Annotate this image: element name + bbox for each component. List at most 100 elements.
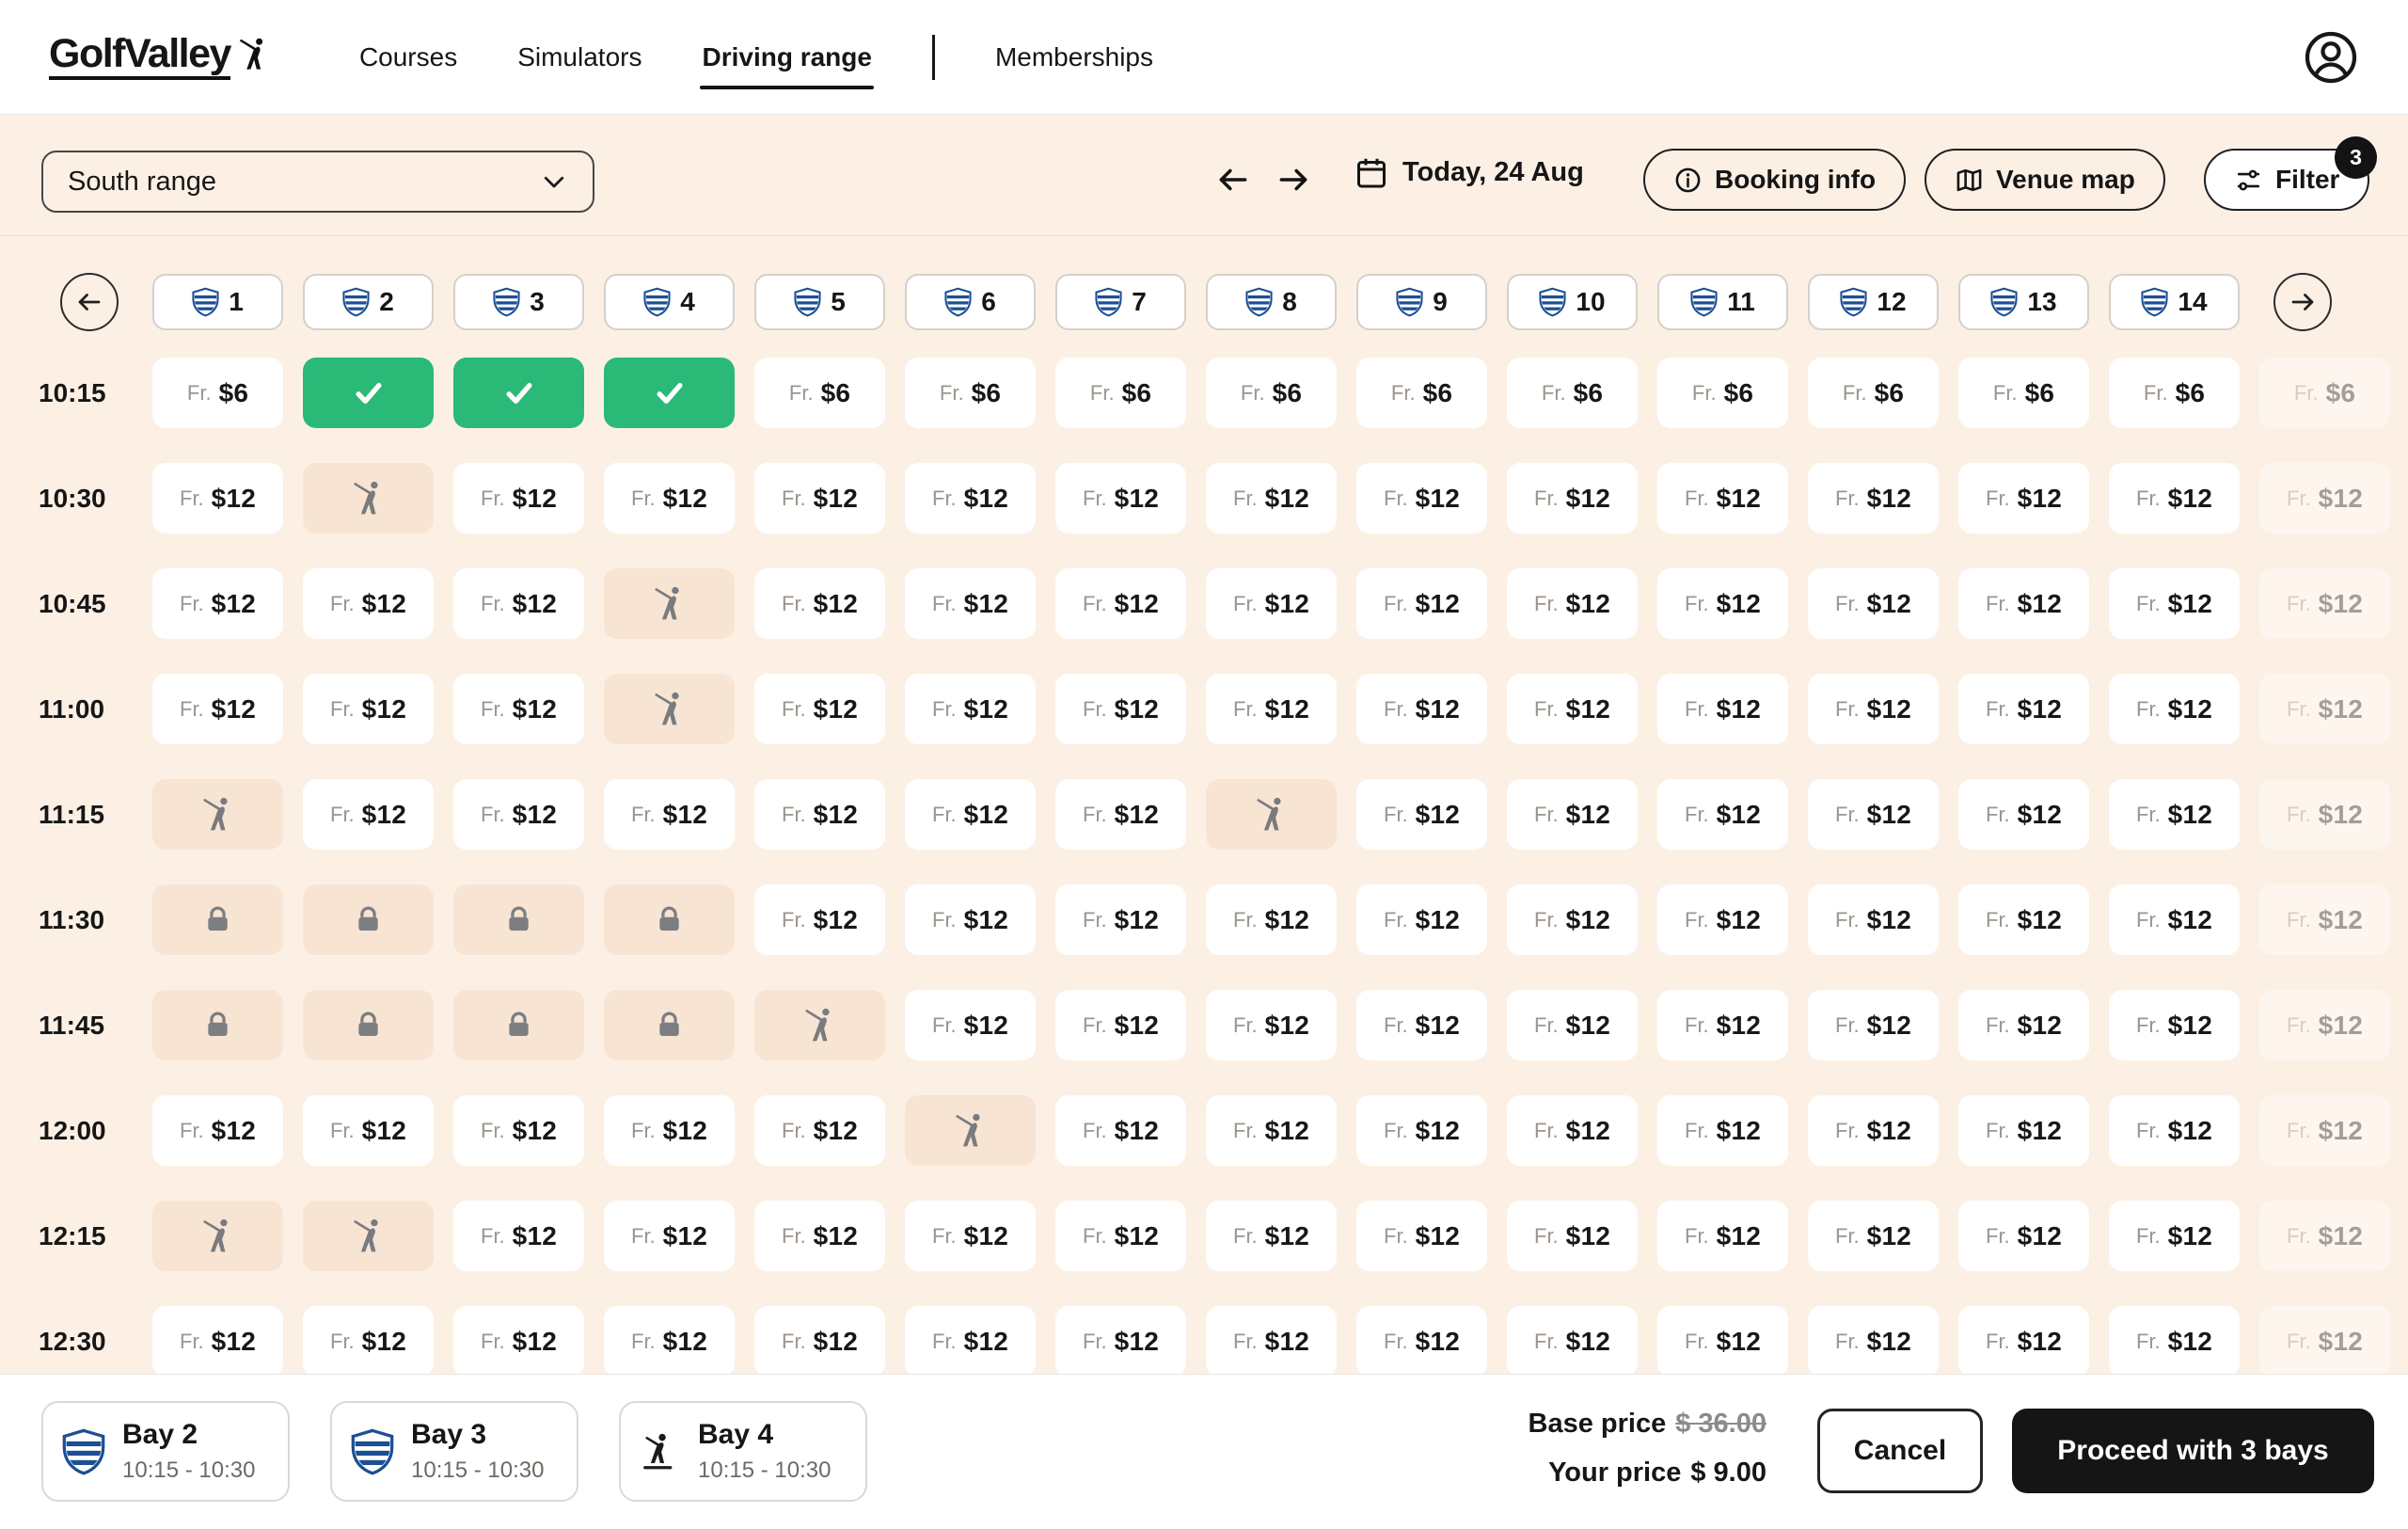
slot-cell[interactable]: Fr.$12 — [1958, 463, 2089, 534]
slot-cell[interactable]: Fr.$12 — [1206, 568, 1337, 639]
slot-cell[interactable]: Fr.$12 — [1055, 779, 1186, 850]
slot-cell[interactable]: Fr.$12 — [1808, 1201, 1939, 1271]
slot-cell[interactable]: Fr.$12 — [2109, 568, 2240, 639]
slot-cell[interactable]: Fr.$12 — [1958, 1201, 2089, 1271]
slot-cell[interactable]: Fr.$12 — [1356, 463, 1487, 534]
slot-cell[interactable]: Fr.$6 — [905, 358, 1036, 428]
slot-cell[interactable]: Fr.$12 — [1958, 779, 2089, 850]
bay-header-4[interactable]: 4 — [604, 274, 735, 330]
bay-header-10[interactable]: 10 — [1507, 274, 1638, 330]
slot-cell[interactable]: Fr.$6 — [1055, 358, 1186, 428]
slot-cell-selected[interactable] — [303, 358, 434, 428]
slot-cell[interactable]: Fr.$12 — [1206, 990, 1337, 1060]
slot-cell[interactable]: Fr.$12 — [1657, 1095, 1788, 1166]
slot-cell[interactable]: Fr.$12 — [1206, 1095, 1337, 1166]
prev-date-arrow-icon[interactable] — [1215, 162, 1251, 198]
slot-cell[interactable]: Fr.$12 — [905, 779, 1036, 850]
slot-cell[interactable]: Fr.$12 — [453, 568, 584, 639]
slot-cell[interactable]: Fr.$12 — [2109, 884, 2240, 955]
slot-cell[interactable]: Fr.$12 — [453, 1201, 584, 1271]
slot-cell[interactable]: Fr.$6 — [1958, 358, 2089, 428]
cancel-button[interactable]: Cancel — [1817, 1409, 1983, 1493]
slot-cell[interactable]: Fr.$12 — [1808, 568, 1939, 639]
slot-cell[interactable]: Fr.$12 — [1507, 1095, 1638, 1166]
slot-cell[interactable]: Fr.$6 — [1206, 358, 1337, 428]
slot-cell[interactable]: Fr.$12 — [1808, 463, 1939, 534]
slot-cell[interactable]: Fr.$12 — [453, 1306, 584, 1374]
slot-cell-selected[interactable] — [604, 358, 735, 428]
slot-cell[interactable]: Fr.$12 — [152, 463, 283, 534]
bay-header-6[interactable]: 6 — [905, 274, 1036, 330]
slot-cell[interactable]: Fr.$12 — [1206, 1201, 1337, 1271]
slot-cell[interactable]: Fr.$12 — [2109, 1095, 2240, 1166]
slot-cell[interactable]: Fr.$12 — [453, 1095, 584, 1166]
slot-cell[interactable]: Fr.$12 — [1958, 568, 2089, 639]
slot-cell[interactable]: Fr.$12 — [1356, 1201, 1487, 1271]
slot-cell[interactable]: Fr.$12 — [1055, 674, 1186, 744]
slot-cell[interactable]: Fr.$12 — [1507, 779, 1638, 850]
slot-cell[interactable]: Fr.$12 — [1055, 1306, 1186, 1374]
slot-cell[interactable]: Fr.$6 — [1808, 358, 1939, 428]
proceed-button[interactable]: Proceed with 3 bays — [2012, 1409, 2374, 1493]
slot-cell[interactable]: Fr.$12 — [1055, 568, 1186, 639]
slot-cell[interactable]: Fr.$12 — [1507, 568, 1638, 639]
slot-cell[interactable]: Fr.$12 — [905, 463, 1036, 534]
slot-cell[interactable]: Fr.$12 — [1356, 1306, 1487, 1374]
slot-cell[interactable]: Fr.$12 — [1507, 990, 1638, 1060]
slot-cell[interactable]: Fr.$12 — [1507, 674, 1638, 744]
slot-cell[interactable]: Fr.$6 — [1657, 358, 1788, 428]
slot-cell[interactable]: Fr.$6 — [1356, 358, 1487, 428]
slot-cell[interactable]: Fr.$12 — [152, 1095, 283, 1166]
slot-cell[interactable]: Fr.$12 — [303, 1095, 434, 1166]
slot-cell[interactable]: Fr.$12 — [1507, 463, 1638, 534]
slot-cell[interactable]: Fr.$12 — [1055, 1201, 1186, 1271]
nav-item-courses[interactable]: Courses — [359, 37, 457, 78]
slot-cell[interactable]: Fr.$12 — [754, 1095, 885, 1166]
slot-cell[interactable]: Fr.$12 — [1657, 674, 1788, 744]
slot-cell[interactable]: Fr.$12 — [905, 674, 1036, 744]
slot-cell[interactable]: Fr.$12 — [1206, 674, 1337, 744]
slot-cell[interactable]: Fr.$12 — [152, 674, 283, 744]
slot-cell[interactable]: Fr.$12 — [1055, 1095, 1186, 1166]
bay-header-8[interactable]: 8 — [1206, 274, 1337, 330]
slot-cell[interactable]: Fr.$12 — [1507, 1306, 1638, 1374]
bay-header-7[interactable]: 7 — [1055, 274, 1186, 330]
bay-header-13[interactable]: 13 — [1958, 274, 2089, 330]
slot-cell[interactable]: Fr.$12 — [1657, 463, 1788, 534]
slot-cell[interactable]: Fr.$12 — [604, 1201, 735, 1271]
slot-cell[interactable]: Fr.$12 — [1206, 1306, 1337, 1374]
slot-cell[interactable]: Fr.$12 — [1055, 884, 1186, 955]
slot-cell[interactable]: Fr.$12 — [1356, 884, 1487, 955]
range-select[interactable]: South range — [41, 151, 594, 213]
slot-cell[interactable]: Fr.$12 — [152, 568, 283, 639]
slot-cell[interactable]: Fr.$12 — [754, 674, 885, 744]
slot-cell[interactable]: Fr.$6 — [152, 358, 283, 428]
slot-cell[interactable]: Fr.$12 — [2109, 990, 2240, 1060]
slot-cell[interactable]: Fr.$12 — [1657, 990, 1788, 1060]
scroll-bays-right-button[interactable] — [2273, 273, 2332, 331]
slot-cell[interactable]: Fr.$12 — [2109, 1306, 2240, 1374]
slot-cell[interactable]: Fr.$12 — [1808, 1306, 1939, 1374]
slot-cell[interactable]: Fr.$12 — [1507, 884, 1638, 955]
bay-header-3[interactable]: 3 — [453, 274, 584, 330]
slot-cell[interactable]: Fr.$12 — [1657, 1201, 1788, 1271]
slot-cell[interactable]: Fr.$12 — [1507, 1201, 1638, 1271]
slot-cell[interactable]: Fr.$12 — [754, 884, 885, 955]
slot-cell[interactable]: Fr.$12 — [1206, 884, 1337, 955]
slot-cell[interactable]: Fr.$12 — [1356, 990, 1487, 1060]
slot-cell[interactable]: Fr.$12 — [1356, 568, 1487, 639]
booking-info-button[interactable]: Booking info — [1643, 149, 1906, 211]
slot-cell[interactable]: Fr.$12 — [1356, 779, 1487, 850]
slot-cell[interactable]: Fr.$12 — [905, 568, 1036, 639]
venue-map-button[interactable]: Venue map — [1925, 149, 2165, 211]
slot-cell[interactable]: Fr.$12 — [1808, 674, 1939, 744]
slot-cell[interactable]: Fr.$12 — [1657, 568, 1788, 639]
slot-cell[interactable]: Fr.$12 — [1356, 1095, 1487, 1166]
slot-cell[interactable]: Fr.$12 — [1657, 884, 1788, 955]
bay-header-11[interactable]: 11 — [1657, 274, 1788, 330]
brand-logo[interactable]: GolfValley — [49, 34, 273, 80]
slot-cell[interactable]: Fr.$12 — [604, 779, 735, 850]
nav-item-simulators[interactable]: Simulators — [517, 37, 642, 78]
slot-cell[interactable]: Fr.$12 — [303, 568, 434, 639]
slot-cell[interactable]: Fr.$12 — [453, 674, 584, 744]
